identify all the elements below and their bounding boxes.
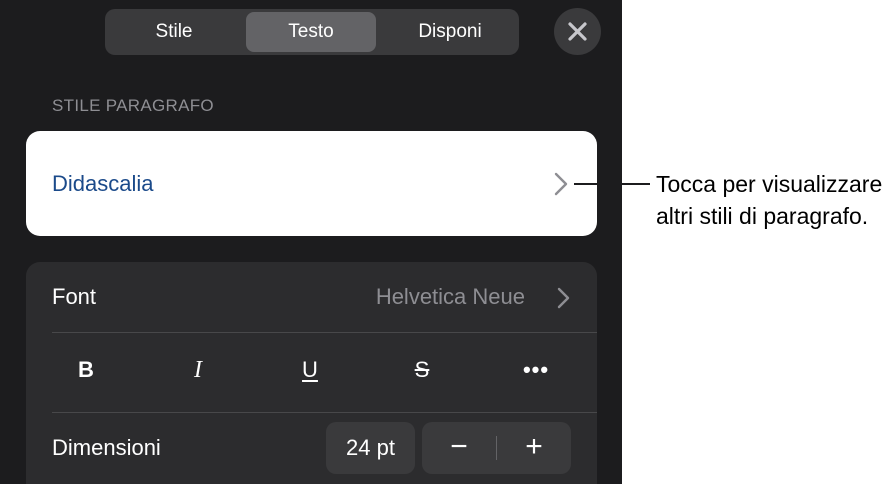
tab-stile[interactable]: Stile [108, 12, 240, 52]
paragraph-style-row[interactable]: Didascalia [26, 131, 597, 236]
more-options-button[interactable]: ••• [506, 345, 566, 395]
font-row[interactable]: Font Helvetica Neue [26, 262, 597, 332]
bold-button[interactable]: B [56, 345, 116, 395]
close-icon [568, 22, 587, 41]
chevron-right-icon [557, 287, 570, 309]
text-format-group: Font Helvetica Neue B I U S ••• Dimensio… [26, 262, 597, 484]
size-label: Dimensioni [52, 435, 161, 460]
size-stepper: − + [422, 422, 571, 474]
font-value: Helvetica Neue [375, 284, 525, 309]
size-value-field[interactable]: 24 pt [326, 422, 415, 474]
font-label: Font [52, 284, 97, 309]
format-tabs: Stile Testo Disponi [105, 9, 519, 55]
divider [52, 412, 597, 413]
decrease-size-button[interactable]: − [422, 422, 496, 474]
close-button[interactable] [554, 8, 601, 55]
divider [52, 332, 597, 333]
underline-button[interactable]: U [280, 345, 340, 395]
strikethrough-button[interactable]: S [392, 345, 452, 395]
italic-button[interactable]: I [168, 345, 228, 395]
chevron-right-icon [554, 172, 568, 196]
tab-disponi[interactable]: Disponi [384, 12, 516, 52]
callout-line [574, 183, 650, 185]
tab-testo[interactable]: Testo [246, 12, 376, 52]
increase-size-button[interactable]: + [497, 422, 571, 474]
callout-text: Tocca per visualizzare altri stili di pa… [656, 171, 883, 229]
format-panel: Stile Testo Disponi STILE PARAGRAFO Dida… [0, 0, 622, 484]
section-header-paragraph-style: STILE PARAGRAFO [52, 96, 214, 115]
paragraph-style-name: Didascalia [52, 171, 154, 196]
